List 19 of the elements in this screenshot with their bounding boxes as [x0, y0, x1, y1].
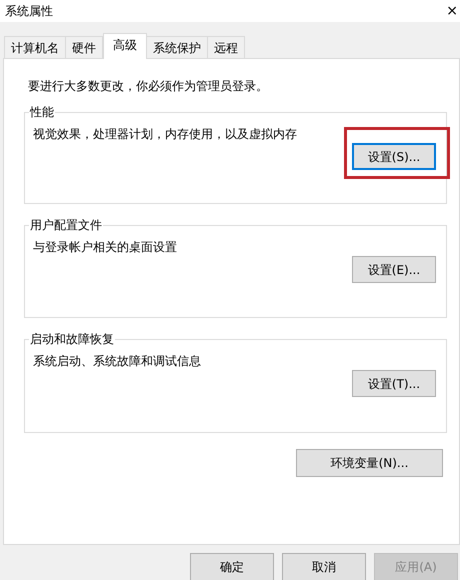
tab[interactable]: 硬件	[65, 36, 103, 58]
tab[interactable]: 计算机名	[4, 36, 66, 58]
environment-variables-button[interactable]: 环境变量(N)...	[296, 449, 443, 477]
dialog-button[interactable]: 确定	[190, 553, 274, 580]
tab[interactable]: 远程	[207, 36, 245, 58]
dialog-button[interactable]: 取消	[282, 553, 366, 580]
group-description: 与登录帐户相关的桌面设置	[33, 239, 178, 256]
settings-button[interactable]: 设置(S)...	[352, 143, 436, 170]
notice-text: 要进行大多数更改，你必须作为管理员登录。	[27, 78, 269, 95]
group-description: 系统启动、系统故障和调试信息	[33, 353, 202, 370]
close-button[interactable]: ×	[446, 4, 458, 18]
group-title: 性能	[29, 104, 55, 121]
window-title: 系统属性	[5, 3, 53, 20]
group-description: 视觉效果，处理器计划，内存使用，以及虚拟内存	[33, 126, 298, 143]
settings-button[interactable]: 设置(E)...	[352, 256, 436, 283]
group-title: 用户配置文件	[29, 217, 103, 234]
tab[interactable]: 高级	[103, 33, 147, 59]
group-title: 启动和故障恢复	[29, 331, 115, 348]
settings-button[interactable]: 设置(T)...	[352, 370, 436, 397]
